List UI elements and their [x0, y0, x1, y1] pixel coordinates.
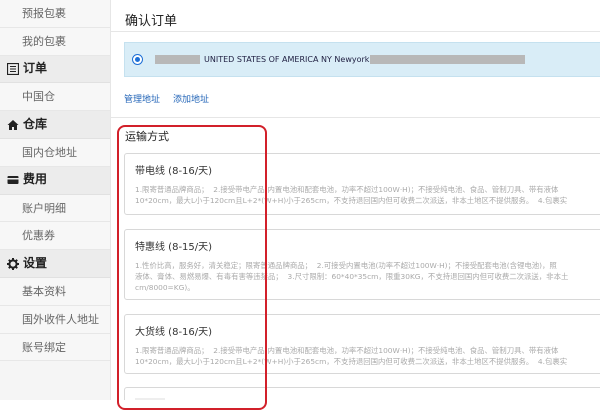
shipping-option-title: 带电线 (8-16/天)	[135, 166, 213, 177]
sidebar-item-my-package[interactable]: 我的包裹	[0, 27, 110, 56]
address-text: UNITED STATES OF AMERICA NY Newyork	[204, 55, 370, 64]
add-address-link[interactable]: 添加地址	[173, 92, 209, 105]
home-icon	[7, 119, 19, 130]
card-icon	[7, 176, 19, 185]
gear-icon	[7, 257, 19, 270]
shipping-option-desc: 1.限寄普通品牌商品； 2.接受带电产品(内置电池和配套电池，功率不超过100W…	[135, 346, 559, 355]
shipping-option-desc: 1.限寄普通品牌商品； 2.接受带电产品(内置电池和配套电池，功率不超过100W…	[135, 185, 559, 194]
shipping-option-desc: cm/8000=KG)。	[135, 283, 195, 292]
shipping-option-card[interactable]: 带电线 (8-16/天) 1.限寄普通品牌商品； 2.接受带电产品(内置电池和配…	[124, 153, 600, 215]
shipping-section-title: 运输方式	[125, 130, 169, 143]
page-title: 确认订单	[125, 14, 178, 29]
address-option[interactable]: UNITED STATES OF AMERICA NY Newyork	[124, 42, 600, 77]
sidebar-item-account-binding[interactable]: 账号绑定	[0, 333, 110, 362]
shipping-option-desc: 液体、膏体、易燃易爆、有毒有害等违禁品； 3.尺寸限制：60*40*35cm，限…	[135, 272, 569, 281]
shipping-option-card[interactable]: 大货线 (8-16/天) 1.限寄普通品牌商品； 2.接受带电产品(内置电池和配…	[124, 314, 600, 374]
address-radio[interactable]	[132, 54, 143, 65]
shipping-option-desc: 1.性价比高，服务好，清关稳定；限寄普通品牌商品； 2.可接受内置电池(功率不超…	[135, 261, 557, 270]
address-links: 管理地址 添加地址	[124, 92, 209, 105]
shipping-option-desc: 10*20cm，最大L小于120cm且L+2*(W+H)小于265cm，不支持退…	[135, 196, 568, 205]
sidebar-head-fees[interactable]: 费用	[0, 166, 110, 195]
list-icon	[7, 62, 19, 75]
sidebar-item-forecast-package[interactable]: 预报包裹	[0, 0, 110, 28]
redacted-name	[155, 55, 200, 64]
sidebar-head-settings[interactable]: 设置	[0, 250, 110, 278]
sidebar-item-profile[interactable]: 基本资料	[0, 277, 110, 306]
sidebar-head-label: 费用	[23, 172, 48, 187]
shipping-option-title: 特惠线 (8-15/天)	[135, 242, 213, 253]
shipping-option-card[interactable]	[124, 387, 600, 400]
sidebar: 预报包裹 我的包裹 订单 中国仓 仓库 国内仓地址 费用 账户明细 优惠券 设置…	[0, 0, 111, 400]
sidebar-item-overseas-recipient[interactable]: 国外收件人地址	[0, 305, 110, 334]
sidebar-head-label: 仓库	[23, 116, 48, 131]
redacted-detail	[370, 55, 526, 64]
divider	[111, 31, 600, 32]
shipping-option-card[interactable]: 特惠线 (8-15/天) 1.性价比高，服务好，清关稳定；限寄普通品牌商品； 2…	[124, 229, 600, 300]
sidebar-item-domestic-address[interactable]: 国内仓地址	[0, 138, 110, 167]
shipping-option-title: 大货线 (8-16/天)	[135, 327, 213, 338]
sidebar-item-account-details[interactable]: 账户明细	[0, 194, 110, 223]
sidebar-head-label: 订单	[23, 61, 48, 76]
sidebar-item-coupons[interactable]: 优惠券	[0, 222, 110, 251]
sidebar-head-warehouse[interactable]: 仓库	[0, 111, 110, 139]
sidebar-head-label: 设置	[23, 255, 48, 270]
manage-address-link[interactable]: 管理地址	[124, 92, 160, 105]
main-content: 确认订单 UNITED STATES OF AMERICA NY Newyork…	[111, 0, 600, 400]
sidebar-head-order[interactable]: 订单	[0, 55, 110, 84]
sidebar-item-china-warehouse[interactable]: 中国仓	[0, 83, 110, 112]
shipping-option-desc: 10*20cm，最大L小于120cm且L+2*(W+H)小于265cm，不支持退…	[135, 357, 568, 366]
divider	[111, 117, 600, 118]
